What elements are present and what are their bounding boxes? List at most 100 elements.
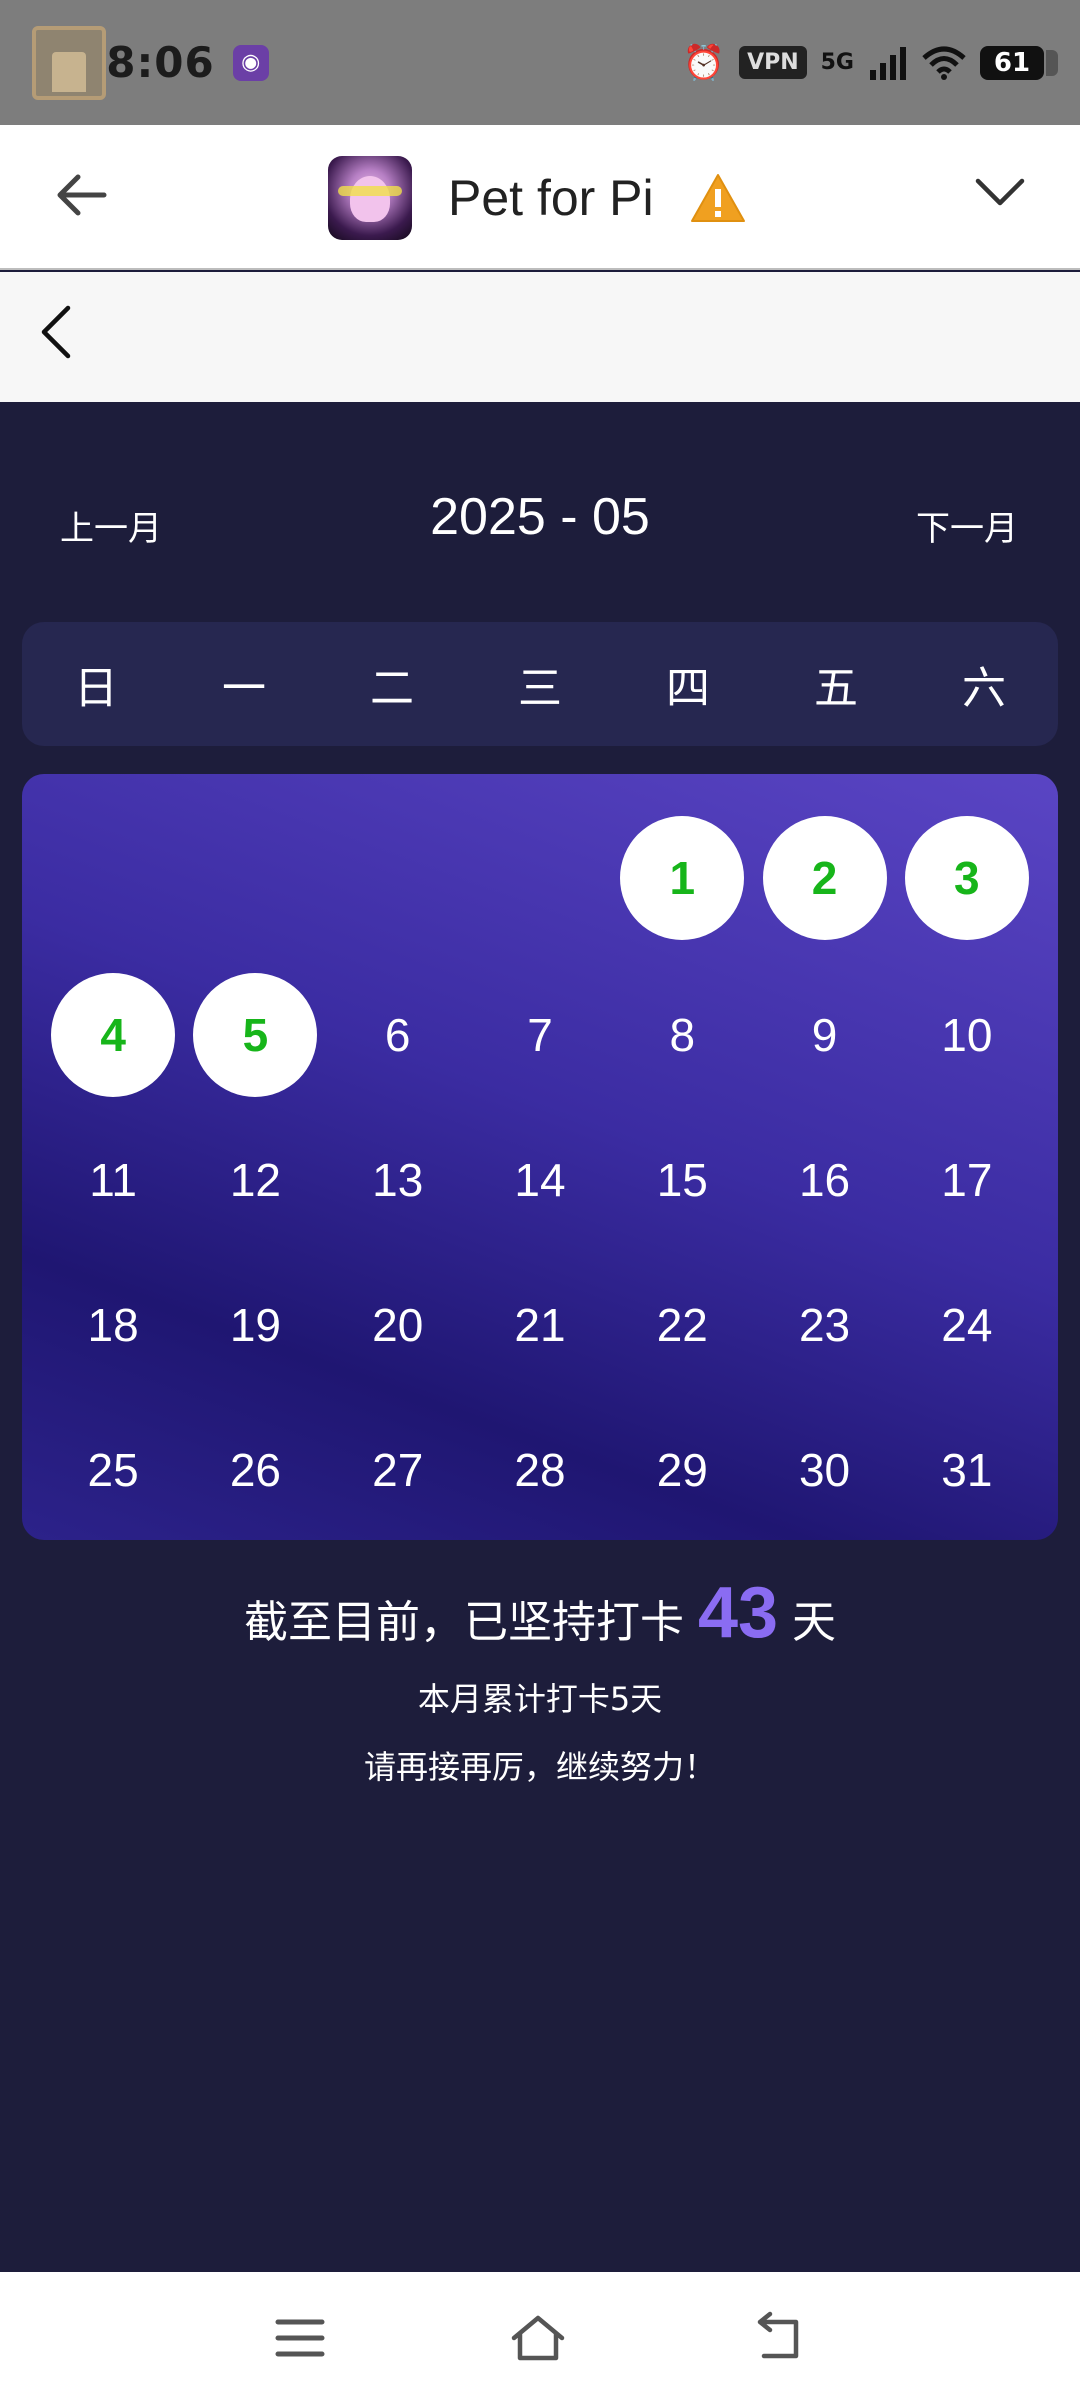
- calendar-day[interactable]: 19: [184, 1252, 326, 1397]
- calendar-day-empty: [42, 794, 184, 962]
- calendar-day-number: 29: [656, 1443, 708, 1496]
- calendar-week-row: 4 5 6 7 8 9 10: [42, 962, 1038, 1107]
- calendar-day-number: 5: [193, 972, 318, 1097]
- castle-logo-icon: [32, 25, 106, 100]
- calendar-day-empty: [469, 794, 611, 962]
- next-month-button[interactable]: 下一月: [916, 501, 1018, 550]
- calendar-day-number: 2: [762, 816, 887, 940]
- calendar-day[interactable]: 30: [753, 1397, 895, 1542]
- calendar-day[interactable]: 28: [469, 1397, 611, 1542]
- header-app-info: Pet for Pi: [328, 143, 746, 253]
- alarm-icon: ⏰: [682, 42, 726, 83]
- calendar-day[interactable]: 7: [469, 962, 611, 1107]
- calendar-day-number: 28: [514, 1443, 566, 1496]
- calendar-day-number: 14: [514, 1153, 566, 1206]
- calendar-day[interactable]: 29: [611, 1397, 753, 1542]
- warning-icon[interactable]: [690, 172, 746, 224]
- calendar-day[interactable]: 14: [469, 1107, 611, 1252]
- calendar-day-number: 23: [798, 1298, 851, 1351]
- calendar-day[interactable]: 20: [327, 1252, 469, 1397]
- calendar-day-number: 27: [372, 1443, 424, 1496]
- calendar-day-checked[interactable]: 4: [42, 962, 184, 1107]
- hotspot-app-icon: ◉: [232, 44, 269, 81]
- weekday-sat: 六: [962, 663, 1006, 714]
- calendar-week-row: 11 12 13 14 15 16 17: [42, 1107, 1038, 1252]
- checkin-calendar-page: 上一月 2025 - 05 下一月 日 一 二 三 四 五 六 12345678…: [0, 402, 1080, 2272]
- signal-icon: [870, 46, 906, 80]
- calendar-day[interactable]: 24: [896, 1252, 1038, 1397]
- calendar-day[interactable]: 17: [896, 1107, 1038, 1252]
- calendar-day[interactable]: 8: [611, 962, 753, 1107]
- calendar-day[interactable]: 13: [327, 1107, 469, 1252]
- chevron-left-icon[interactable]: [36, 300, 80, 364]
- calendar-day-number: 18: [87, 1298, 139, 1351]
- vpn-badge: VPN: [739, 46, 807, 79]
- calendar-day-number: 13: [372, 1153, 424, 1206]
- calendar-day-number: 15: [656, 1153, 708, 1206]
- weekday-tue: 二: [370, 663, 414, 714]
- wifi-icon: [922, 46, 966, 80]
- calendar-day[interactable]: 31: [896, 1397, 1038, 1542]
- calendar-day-number: 4: [51, 972, 176, 1097]
- calendar-day-number: 25: [87, 1443, 139, 1496]
- sub-header: [0, 272, 1080, 402]
- calendar-week-row: 25 26 27 28 29 30 31: [42, 1397, 1038, 1542]
- streak-line: 截至目前，已坚持打卡 43 天: [0, 1572, 1080, 1654]
- calendar-day[interactable]: 25: [42, 1397, 184, 1542]
- weekday-sun: 日: [74, 663, 118, 714]
- calendar-day-checked[interactable]: 5: [184, 962, 326, 1107]
- calendar-day-number: 20: [372, 1298, 424, 1351]
- calendar-day-number: 10: [941, 1008, 993, 1061]
- calendar-day-number: 9: [811, 1008, 838, 1061]
- app-header: Pet for Pi: [0, 125, 1080, 270]
- calendar-day[interactable]: 6: [327, 962, 469, 1107]
- weekday-thu: 四: [666, 663, 710, 714]
- weekday-header: 日 一 二 三 四 五 六: [22, 622, 1058, 746]
- calendar-day-number: 11: [89, 1153, 138, 1206]
- calendar-day[interactable]: 26: [184, 1397, 326, 1542]
- calendar-day-empty: [327, 794, 469, 962]
- arrow-left-icon[interactable]: [52, 165, 112, 225]
- calendar-day-number: 17: [941, 1153, 993, 1206]
- calendar-day-checked[interactable]: 1: [611, 794, 753, 962]
- calendar-day[interactable]: 16: [753, 1107, 895, 1252]
- calendar-day[interactable]: 18: [42, 1252, 184, 1397]
- calendar-day-number: 19: [229, 1298, 281, 1351]
- calendar-day[interactable]: 23: [753, 1252, 895, 1397]
- status-bar: 08:06 ◉ ⏰ VPN 5G 61: [0, 0, 1080, 125]
- calendar-day-number: 16: [798, 1153, 851, 1206]
- encourage-text: 请再接再厉，继续努力！: [363, 1748, 716, 1786]
- calendar-day-number: 31: [941, 1443, 993, 1496]
- calendar-day[interactable]: 15: [611, 1107, 753, 1252]
- calendar-day-checked[interactable]: 3: [896, 794, 1038, 962]
- calendar-day[interactable]: 21: [469, 1252, 611, 1397]
- calendar-day[interactable]: 22: [611, 1252, 753, 1397]
- calendar-day[interactable]: 9: [753, 962, 895, 1107]
- calendar-day[interactable]: 27: [327, 1397, 469, 1542]
- streak-count: 43: [697, 1573, 779, 1653]
- weekday-wed: 三: [518, 663, 562, 714]
- app-title: Pet for Pi: [448, 170, 654, 226]
- weekday-mon: 一: [222, 663, 266, 714]
- back-icon[interactable]: [752, 2310, 808, 2366]
- checkin-summary: 截至目前，已坚持打卡 43 天 本月累计打卡5天 请再接再厉，继续努力！: [0, 1572, 1080, 1788]
- menu-icon[interactable]: [272, 2310, 328, 2366]
- chevron-down-icon[interactable]: [972, 171, 1028, 211]
- streak-suffix: 天: [792, 1597, 837, 1648]
- calendar-day-number: 8: [669, 1008, 696, 1061]
- calendar-day-number: 24: [941, 1298, 993, 1351]
- battery-icon: 61: [980, 45, 1058, 80]
- home-icon[interactable]: [510, 2310, 566, 2366]
- calendar-day[interactable]: 12: [184, 1107, 326, 1252]
- network-type: 5G: [820, 49, 854, 75]
- calendar-day-number: 7: [527, 1008, 553, 1061]
- status-left: 08:06 ◉: [32, 25, 269, 100]
- calendar-week-row: 123: [42, 794, 1038, 962]
- calendar-day-checked[interactable]: 2: [753, 794, 895, 962]
- calendar-day-number: 6: [384, 1008, 411, 1061]
- calendar-day[interactable]: 10: [896, 962, 1038, 1107]
- calendar-day[interactable]: 11: [42, 1107, 184, 1252]
- weekday-fri: 五: [814, 663, 858, 714]
- system-nav-bar: [0, 2272, 1080, 2400]
- calendar-day-number: 21: [514, 1298, 566, 1351]
